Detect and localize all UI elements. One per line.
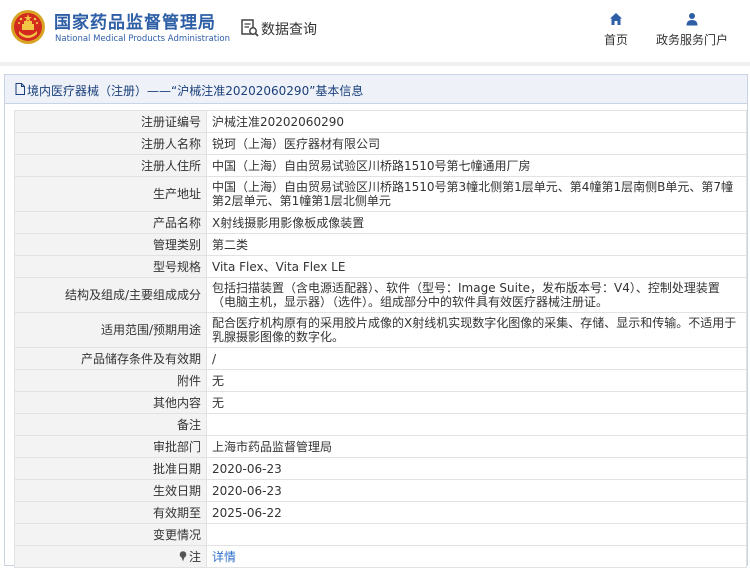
detail-panel: 境内医疗器械（注册）——“沪械注准20202060290”基本信息 注册证编号 …	[4, 74, 748, 568]
field-value: 2020-06-23	[206, 479, 747, 502]
field-value: 无	[206, 369, 747, 392]
note-label: 注	[188, 549, 201, 564]
pin-icon	[179, 550, 187, 561]
field-label: 注册人住所	[14, 154, 207, 177]
data-query-label: 数据查询	[261, 22, 317, 38]
field-value: 沪械注准20202060290	[206, 110, 747, 133]
field-value: 配合医疗机构原有的采用胶片成像的X射线机实现数字化图像的采集、存储、显示和传输。…	[206, 312, 747, 348]
field-value: 中国（上海）自由贸易试验区川桥路1510号第七幢通用厂房	[206, 154, 747, 177]
table-row: 变更情况	[14, 523, 747, 546]
nav-gov-portal[interactable]: 政务服务门户	[650, 12, 734, 48]
field-label: 变更情况	[14, 523, 207, 546]
site-name: 国家药品监督管理局	[54, 13, 216, 33]
field-label: 结构及组成/主要组成成分	[14, 277, 207, 313]
table-row: 产品储存条件及有效期 /	[14, 347, 747, 370]
field-label: 批准日期	[14, 457, 207, 480]
document-icon	[15, 83, 25, 95]
nav-gov-portal-label: 政务服务门户	[655, 33, 728, 47]
field-value: X射线摄影用影像板成像装置	[206, 211, 747, 234]
field-label: 管理类别	[14, 233, 207, 256]
field-label: 生产地址	[14, 176, 207, 212]
nav-home[interactable]: 首页	[598, 12, 634, 48]
panel-title: 境内医疗器械（注册）——“沪械注准20202060290”基本信息	[27, 84, 364, 98]
field-label: 备注	[14, 413, 207, 436]
table-row: 生产地址 中国（上海）自由贸易试验区川桥路1510号第3幢北侧第1层单元、第4幢…	[14, 176, 747, 212]
search-document-icon	[241, 19, 259, 37]
field-label: 有效期至	[14, 501, 207, 524]
field-value: 第二类	[206, 233, 747, 256]
panel-title-bar: 境内医疗器械（注册）——“沪械注准20202060290”基本信息	[5, 75, 747, 104]
table-row: 备注	[14, 413, 747, 436]
table-row: 注 详情	[14, 545, 747, 568]
site-name-en: National Medical Products Administration	[55, 34, 230, 44]
table-row: 注册证编号 沪械注准20202060290	[14, 110, 747, 133]
field-label: 注册证编号	[14, 110, 207, 133]
table-row: 附件 无	[14, 369, 747, 392]
table-row: 型号规格 Vita Flex、Vita Flex LE	[14, 255, 747, 278]
field-label: 产品储存条件及有效期	[14, 347, 207, 370]
field-value	[206, 523, 747, 546]
field-value: 详情	[206, 545, 747, 568]
field-value	[206, 413, 747, 436]
registration-info-table: 注册证编号 沪械注准20202060290 注册人名称 锐珂（上海）医疗器材有限…	[14, 110, 747, 568]
table-row: 注册人名称 锐珂（上海）医疗器材有限公司	[14, 132, 747, 155]
field-value: 锐珂（上海）医疗器材有限公司	[206, 132, 747, 155]
national-emblem-icon	[11, 10, 45, 44]
table-row: 适用范围/预期用途 配合医疗机构原有的采用胶片成像的X射线机实现数字化图像的采集…	[14, 312, 747, 348]
field-label: 注册人名称	[14, 132, 207, 155]
field-value: /	[206, 347, 747, 370]
field-value: 无	[206, 391, 747, 414]
site-header: 国家药品监督管理局 National Medical Products Admi…	[0, 0, 750, 58]
field-value: 中国（上海）自由贸易试验区川桥路1510号第3幢北侧第1层单元、第4幢第1层南侧…	[206, 176, 747, 212]
table-row: 批准日期 2020-06-23	[14, 457, 747, 480]
home-icon	[610, 13, 622, 25]
details-link[interactable]: 详情	[212, 550, 236, 564]
field-value: Vita Flex、Vita Flex LE	[206, 255, 747, 278]
field-label: 附件	[14, 369, 207, 392]
user-icon	[686, 13, 698, 26]
table-row: 注册人住所 中国（上海）自由贸易试验区川桥路1510号第七幢通用厂房	[14, 154, 747, 177]
field-label: 审批部门	[14, 435, 207, 458]
table-row: 管理类别 第二类	[14, 233, 747, 256]
table-row: 其他内容 无	[14, 391, 747, 414]
header-divider	[0, 62, 750, 66]
field-label: 产品名称	[14, 211, 207, 234]
field-value: 2025-06-22	[206, 501, 747, 524]
table-row: 有效期至 2025-06-22	[14, 501, 747, 524]
table-row: 生效日期 2020-06-23	[14, 479, 747, 502]
table-row: 结构及组成/主要组成成分 包括扫描装置（含电源适配器）、软件（型号：Image …	[14, 277, 747, 313]
nav-home-label: 首页	[603, 33, 628, 47]
field-label: 型号规格	[14, 255, 207, 278]
field-label-note: 注	[14, 545, 207, 568]
field-label: 适用范围/预期用途	[14, 312, 207, 348]
field-value: 2020-06-23	[206, 457, 747, 480]
field-value: 上海市药品监督管理局	[206, 435, 747, 458]
table-row: 产品名称 X射线摄影用影像板成像装置	[14, 211, 747, 234]
field-label: 其他内容	[14, 391, 207, 414]
field-value: 包括扫描装置（含电源适配器）、软件（型号：Image Suite，发布版本号：V…	[206, 277, 747, 313]
field-label: 生效日期	[14, 479, 207, 502]
table-row: 审批部门 上海市药品监督管理局	[14, 435, 747, 458]
